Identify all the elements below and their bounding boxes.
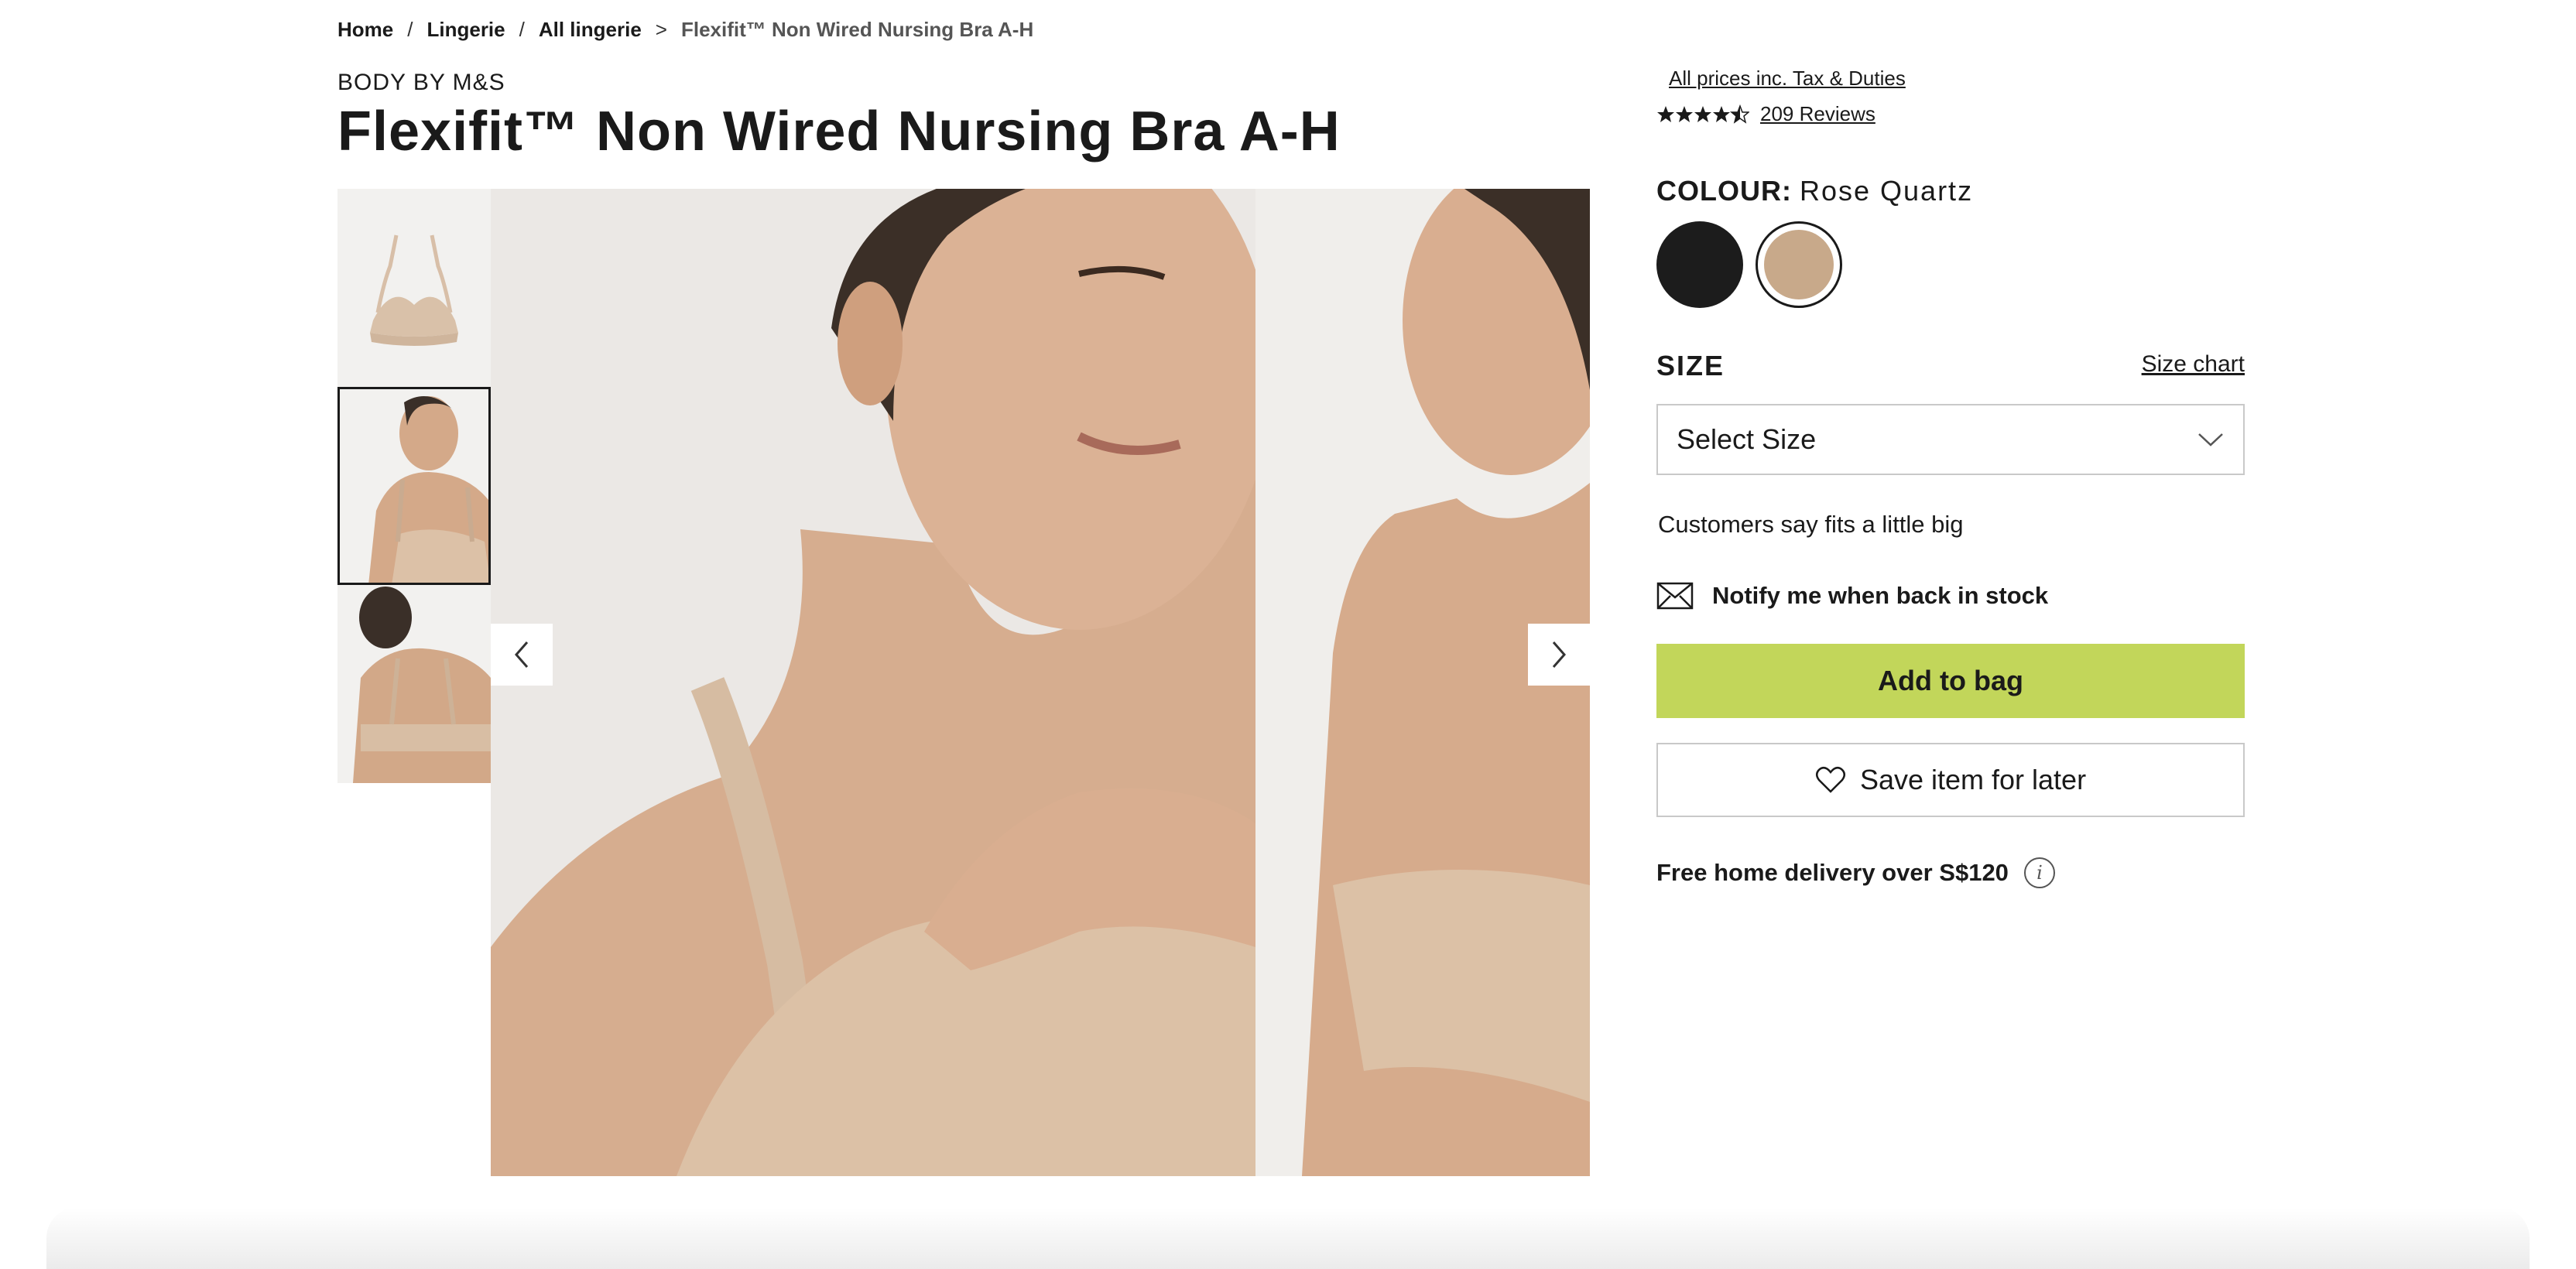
rating-summary: 209 Reviews	[1656, 102, 1875, 126]
breadcrumb: Home / Lingerie / All lingerie > Flexifi…	[337, 15, 1033, 43]
save-later-label: Save item for later	[1859, 764, 2087, 795]
colour-label: COLOUR:	[1656, 175, 1792, 207]
thumbnail-model-back[interactable]	[337, 585, 491, 783]
breadcrumb-separator: >	[655, 17, 667, 41]
notify-stock-link[interactable]: Notify me when back in stock	[1656, 582, 2048, 610]
swatch-rose-quartz[interactable]	[1756, 221, 1842, 308]
heart-icon	[1815, 766, 1845, 793]
breadcrumb-all-lingerie[interactable]: All lingerie	[539, 18, 642, 42]
product-brand: BODY BY M&S	[337, 70, 505, 95]
model-back-image	[337, 585, 491, 783]
size-label: SIZE	[1656, 350, 1725, 381]
add-to-bag-button[interactable]: Add to bag	[1656, 644, 2245, 718]
reviews-link[interactable]: 209 Reviews	[1760, 102, 1875, 126]
model-front-image	[337, 387, 491, 585]
thumbnail-product-flat[interactable]	[337, 189, 491, 387]
breadcrumb-lingerie[interactable]: Lingerie	[426, 18, 505, 42]
envelope-icon	[1656, 582, 1694, 610]
prices-note-link[interactable]: All prices inc. Tax & Duties	[1669, 67, 1906, 91]
stars-icon	[1657, 104, 1749, 123]
size-select[interactable]: Select Size	[1656, 404, 2245, 475]
product-image-gallery[interactable]	[491, 189, 1590, 1176]
colour-selection: COLOUR: Rose Quartz	[1656, 175, 1973, 207]
swatch-black[interactable]	[1656, 221, 1743, 308]
colour-swatches	[1656, 221, 1842, 308]
breadcrumb-separator: /	[407, 17, 413, 41]
fit-note: Customers say fits a little big	[1658, 511, 1964, 538]
size-chart-link[interactable]: Size chart	[2142, 351, 2245, 378]
thumbnail-list	[337, 189, 491, 783]
gallery-slide-front	[491, 189, 1255, 1176]
notify-label: Notify me when back in stock	[1712, 582, 2049, 609]
delivery-text: Free home delivery over S$120	[1656, 859, 2009, 886]
breadcrumb-home[interactable]: Home	[337, 18, 393, 42]
product-title: Flexifit™ Non Wired Nursing Bra A-H	[337, 101, 1341, 162]
model-front-closeup-image	[491, 189, 1255, 1176]
gallery-next-button[interactable]	[1528, 624, 1590, 686]
delivery-info: Free home delivery over S$120 i	[1656, 857, 2055, 888]
star-rating	[1656, 104, 1749, 125]
bottom-panel-shadow	[46, 1207, 2530, 1269]
breadcrumb-current: Flexifit™ Non Wired Nursing Bra A-H	[680, 17, 1034, 41]
save-for-later-button[interactable]: Save item for later	[1656, 743, 2245, 817]
colour-value: Rose Quartz	[1799, 175, 1974, 207]
breadcrumb-separator: /	[519, 17, 525, 41]
chevron-down-icon	[2198, 433, 2223, 446]
thumbnail-model-front[interactable]	[337, 387, 491, 585]
chevron-right-icon	[1552, 641, 1566, 668]
bra-flat-image	[337, 189, 491, 387]
info-icon[interactable]: i	[2023, 857, 2055, 888]
size-select-value: Select Size	[1677, 423, 1817, 455]
gallery-prev-button[interactable]	[491, 624, 553, 686]
chevron-left-icon	[515, 641, 529, 668]
